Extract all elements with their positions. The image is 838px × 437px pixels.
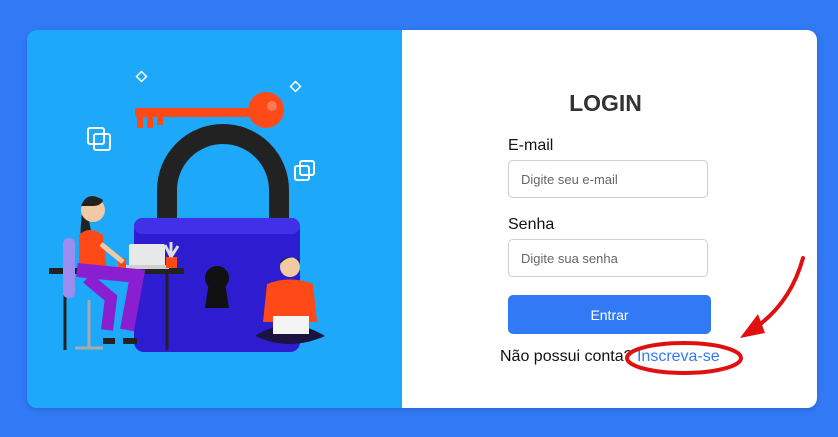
password-label: Senha (508, 216, 555, 233)
signup-prompt: Não possui conta? (500, 348, 633, 365)
email-field[interactable] (508, 160, 708, 198)
security-illustration-art (49, 70, 325, 352)
login-card: LOGIN E-mail Senha Entrar Não possui con… (27, 30, 817, 408)
security-illustration (27, 30, 402, 408)
signup-link[interactable]: Inscreva-se (637, 348, 720, 365)
password-field[interactable] (508, 239, 708, 277)
key-icon (135, 92, 284, 128)
email-label: E-mail (508, 137, 554, 154)
woman-figure (76, 196, 146, 344)
login-form-panel: LOGIN E-mail Senha Entrar Não possui con… (402, 30, 817, 408)
page-title: LOGIN (569, 90, 642, 116)
login-button[interactable]: Entrar (508, 295, 711, 334)
signup-row: Não possui conta? Inscreva-se (500, 348, 720, 366)
